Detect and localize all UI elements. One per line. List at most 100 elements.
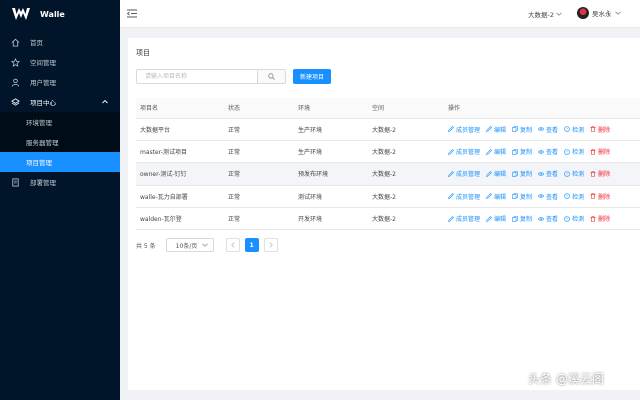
- view-button[interactable]: 查看: [538, 125, 558, 134]
- eye-icon: [538, 171, 545, 177]
- action-label: 检测: [572, 193, 585, 201]
- cell-name: walle-瓦力自部署: [136, 185, 224, 209]
- column-header[interactable]: 状态: [224, 98, 294, 119]
- sidebar-item-home[interactable]: 首页: [0, 32, 120, 52]
- action-label: 成员管理: [456, 193, 481, 201]
- next-page-button[interactable]: [263, 238, 278, 252]
- chevron-down-icon: [614, 11, 621, 15]
- action-label: 复制: [520, 216, 533, 224]
- prev-page-button[interactable]: [225, 238, 240, 252]
- delete-button[interactable]: 删除: [590, 214, 610, 223]
- trash-icon: [590, 171, 596, 177]
- table-row: walle-瓦力自部署 正常 测试环境 大数据-2 成员管理 编辑 复制 查看 检测 删除: [136, 185, 640, 209]
- action-label: 检测: [572, 216, 585, 224]
- content-card: 项目 新建项目 项目名 状态 环境 空间 操作 大数据平台正常生产环境大数据-2…: [128, 38, 640, 390]
- copy-button[interactable]: 复制: [512, 214, 532, 223]
- sidebar-item-label: 项目管理: [26, 159, 52, 167]
- sidebar-item-label: 首页: [30, 39, 43, 47]
- pagination: 共 5 条 10条/页 1: [136, 238, 283, 252]
- cell-space: 大数据-2: [368, 185, 444, 209]
- copy-button[interactable]: 复制: [512, 169, 532, 178]
- search-button[interactable]: [258, 69, 286, 84]
- detect-icon: [564, 148, 570, 155]
- edit-icon: [486, 171, 492, 177]
- eye-icon: [538, 216, 545, 222]
- search-input[interactable]: [136, 69, 258, 84]
- members-button[interactable]: 成员管理: [448, 214, 480, 223]
- cell-actions: 成员管理 编辑 复制 查看 检测 删除: [444, 140, 640, 164]
- copy-button[interactable]: 复制: [512, 147, 532, 156]
- chevron-right-icon: [269, 242, 273, 248]
- space-select[interactable]: 大数据-2: [528, 9, 562, 19]
- eye-icon: [538, 193, 545, 199]
- edit-button[interactable]: 编辑: [486, 169, 506, 178]
- copy-button[interactable]: 复制: [512, 125, 532, 134]
- copy-icon: [512, 171, 518, 177]
- sidebar-item-users[interactable]: 用户管理: [0, 72, 120, 92]
- copy-button[interactable]: 复制: [512, 192, 532, 201]
- new-project-button[interactable]: 新建项目: [293, 69, 331, 84]
- members-button[interactable]: 成员管理: [448, 169, 480, 178]
- logo[interactable]: Walle: [0, 0, 120, 28]
- page-size-select[interactable]: 10条/页: [165, 238, 214, 252]
- delete-button[interactable]: 删除: [590, 125, 610, 134]
- detect-button[interactable]: 检测: [564, 169, 584, 178]
- edit-button[interactable]: 编辑: [486, 192, 506, 201]
- copy-icon: [512, 193, 518, 200]
- view-button[interactable]: 查看: [538, 169, 558, 178]
- members-button[interactable]: 成员管理: [448, 125, 480, 134]
- action-label: 查看: [546, 193, 559, 201]
- cell-status: 正常: [224, 185, 294, 209]
- edit-button[interactable]: 编辑: [486, 125, 506, 134]
- user-icon: [10, 77, 20, 87]
- view-button[interactable]: 查看: [538, 214, 558, 223]
- cell-env: 生产环境: [294, 140, 368, 164]
- sidebar-item-projects[interactable]: 项目管理: [0, 152, 120, 172]
- sidebar-item-label: 项目中心: [30, 99, 56, 107]
- column-header[interactable]: 空间: [368, 98, 444, 119]
- column-header[interactable]: 环境: [294, 98, 368, 119]
- cell-space: 大数据-2: [368, 162, 444, 186]
- sidebar-item-servers[interactable]: 服务器管理: [0, 132, 120, 152]
- detect-button[interactable]: 检测: [564, 192, 584, 201]
- detect-button[interactable]: 检测: [564, 147, 584, 156]
- detect-icon: [564, 193, 570, 200]
- copy-icon: [512, 126, 518, 132]
- table-row: walden-瓦尔登 正常 开发环境 大数据-2 成员管理 编辑 复制 查看 检测 删除: [136, 207, 640, 231]
- delete-button[interactable]: 删除: [590, 147, 610, 156]
- delete-button[interactable]: 删除: [590, 192, 610, 201]
- edit-button[interactable]: 编辑: [486, 147, 506, 156]
- table-row: owner-测试-钉钉 正常 预发布环境 大数据-2 成员管理 编辑 复制 查看 检测 删除: [136, 162, 640, 186]
- edit-button[interactable]: 编辑: [486, 214, 506, 223]
- cell-actions: 成员管理 编辑 复制 查看 检测 删除: [444, 162, 640, 186]
- walle-logo-icon: [12, 8, 30, 20]
- sidebar-item-label: 空间管理: [30, 59, 56, 67]
- members-button[interactable]: 成员管理: [448, 147, 480, 156]
- members-button[interactable]: 成员管理: [448, 192, 480, 201]
- app-name: Walle: [40, 9, 65, 19]
- user-menu[interactable]: 吴水永: [577, 7, 621, 19]
- members-icon: [448, 148, 454, 155]
- edit-icon: [486, 193, 492, 200]
- sidebar-item-space[interactable]: 空间管理: [0, 52, 120, 72]
- members-icon: [448, 171, 454, 177]
- sidebar-item-environments[interactable]: 环境管理: [0, 112, 120, 132]
- action-label: 复制: [520, 149, 533, 157]
- sidebar-item-label: 环境管理: [26, 119, 52, 127]
- detect-button[interactable]: 检测: [564, 125, 584, 134]
- cell-env: 开发环境: [294, 207, 368, 231]
- trash-icon: [590, 215, 596, 222]
- sidebar-item-deploy[interactable]: 部署管理: [0, 172, 120, 192]
- column-header[interactable]: 项目名: [136, 98, 224, 119]
- menu-fold-icon[interactable]: [127, 9, 137, 18]
- view-button[interactable]: 查看: [538, 147, 558, 156]
- delete-button[interactable]: 删除: [590, 169, 610, 178]
- sidebar-item-project-center[interactable]: 项目中心: [0, 92, 120, 112]
- view-button[interactable]: 查看: [538, 192, 558, 201]
- action-label: 删除: [598, 171, 611, 179]
- action-label: 编辑: [494, 126, 507, 134]
- page-button-current[interactable]: 1: [244, 238, 259, 252]
- detect-button[interactable]: 检测: [564, 214, 584, 223]
- cell-env: 预发布环境: [294, 162, 368, 186]
- action-label: 复制: [520, 193, 533, 201]
